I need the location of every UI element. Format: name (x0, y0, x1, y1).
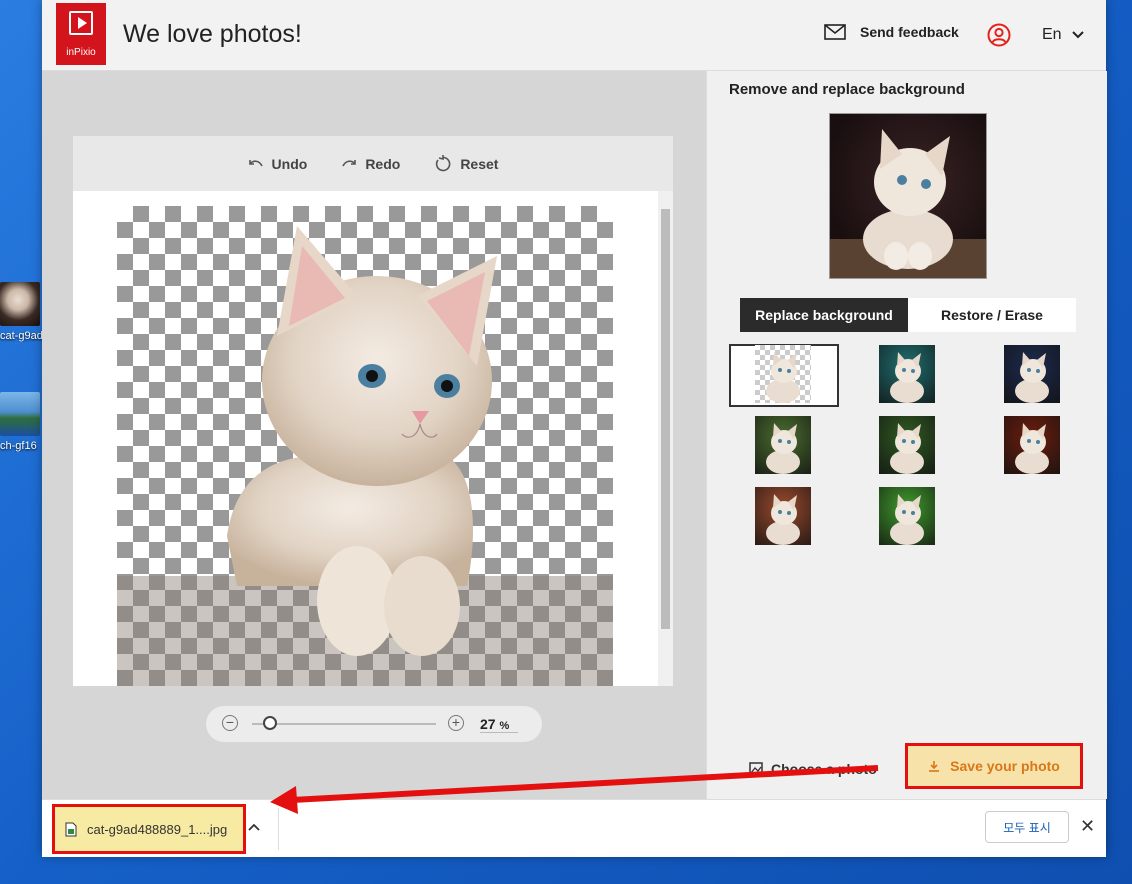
user-account-icon[interactable] (987, 23, 1011, 47)
app-window: inPixio We love photos! Send feedback En (42, 0, 1107, 857)
zoom-value[interactable]: 27 % (480, 716, 518, 733)
zoom-slider-track[interactable] (252, 723, 436, 725)
cat-mini-icon (766, 352, 800, 403)
transparent-bg-thumbnail (755, 345, 811, 403)
redo-label: Redo (365, 155, 401, 172)
cat-mini-icon (1015, 352, 1049, 403)
zoom-number: 27 (480, 716, 496, 732)
undo-button[interactable]: Undo (248, 155, 308, 172)
inpixio-logo[interactable]: inPixio (56, 3, 106, 65)
desktop-icon-cat[interactable]: cat-g9ad4 (0, 282, 42, 342)
download-icon (929, 761, 940, 772)
sidebar-title: Remove and replace background (729, 81, 965, 98)
file-icon (65, 822, 77, 836)
reset-label: Reset (460, 155, 499, 172)
forest-bg-thumbnail (879, 416, 935, 474)
downloaded-file-item[interactable]: cat-g9ad488889_1....jpg (52, 804, 246, 854)
zoom-slider-knob[interactable] (262, 716, 277, 730)
zoom-unit: % (499, 720, 510, 732)
sidebar-tabs: Replace background Restore / Erase (740, 298, 1076, 332)
cat-preview-image (830, 129, 986, 278)
grass-bg-thumbnail (879, 487, 935, 545)
tab-replace-background[interactable]: Replace background (740, 298, 908, 332)
redo-icon (342, 159, 357, 166)
divider (278, 808, 279, 850)
reset-icon (436, 154, 451, 171)
desktop-icon-beach[interactable]: ch-gf16 (0, 392, 42, 452)
desktop-icon-label: cat-g9ad4 (0, 330, 42, 342)
cat-cutout-image (117, 226, 613, 686)
choose-photo-button[interactable]: Choose a photo (749, 761, 877, 777)
send-feedback-button[interactable]: Send feedback (824, 24, 959, 40)
cat-thumbnail-icon (0, 282, 40, 326)
logo-text: inPixio (66, 47, 96, 58)
cat-mini-icon (766, 494, 800, 545)
edit-toolbar: Undo Redo Reset (73, 136, 673, 191)
undo-icon (248, 159, 263, 166)
language-label: En (1042, 26, 1062, 43)
fire-bg-thumbnail (1004, 416, 1060, 474)
chevron-down-icon (1071, 31, 1084, 39)
photo-canvas[interactable] (117, 206, 613, 686)
desktop-icon-label: ch-gf16 (0, 440, 37, 452)
beach-thumbnail-icon (0, 392, 40, 436)
scrollbar-thumb[interactable] (661, 209, 670, 629)
canvas-panel: Undo Redo Reset (73, 136, 673, 686)
save-photo-label: Save your photo (950, 758, 1060, 774)
mail-icon (824, 24, 846, 40)
downloaded-file-name: cat-g9ad488889_1....jpg (87, 821, 228, 837)
download-options-chevron-up-icon[interactable] (248, 818, 260, 834)
canvas-scrollbar[interactable] (658, 191, 673, 686)
zoom-control: − + 27 % (206, 706, 542, 742)
page-title: We love photos! (123, 20, 302, 48)
result-preview (829, 113, 987, 279)
play-icon (69, 11, 93, 35)
reset-button[interactable]: Reset (434, 154, 499, 173)
brick-bg-thumbnail (755, 487, 811, 545)
cat-mini-icon (890, 494, 924, 545)
cat-mini-icon (1015, 423, 1049, 474)
teal-bg-thumbnail (879, 345, 935, 403)
app-header: inPixio We love photos! Send feedback En (42, 0, 1106, 71)
sidebar: Remove and replace background Replace ba… (706, 71, 1107, 799)
zoom-in-button[interactable]: + (448, 715, 464, 731)
language-selector[interactable]: En (1042, 26, 1084, 44)
choose-photo-label: Choose a photo (771, 761, 877, 777)
undo-label: Undo (271, 155, 308, 172)
editor-area: Undo Redo Reset − + 27 % (42, 71, 706, 799)
tab-restore-erase[interactable]: Restore / Erase (908, 298, 1076, 332)
blue-night-bg-thumbnail (1004, 345, 1060, 403)
save-photo-button[interactable]: Save your photo (905, 743, 1083, 789)
send-feedback-label: Send feedback (860, 24, 959, 40)
redo-button[interactable]: Redo (341, 156, 400, 172)
image-icon (749, 762, 763, 776)
close-download-bar-icon[interactable]: ✕ (1080, 816, 1095, 837)
cat-mini-icon (890, 423, 924, 474)
zoom-out-button[interactable]: − (222, 715, 238, 731)
show-all-downloads-button[interactable]: 모두 표시 (985, 811, 1069, 843)
cat-mini-icon (890, 352, 924, 403)
download-bar: cat-g9ad488889_1....jpg 모두 표시 ✕ (42, 799, 1106, 857)
cat-mini-icon (766, 423, 800, 474)
jungle-bg-thumbnail (755, 416, 811, 474)
